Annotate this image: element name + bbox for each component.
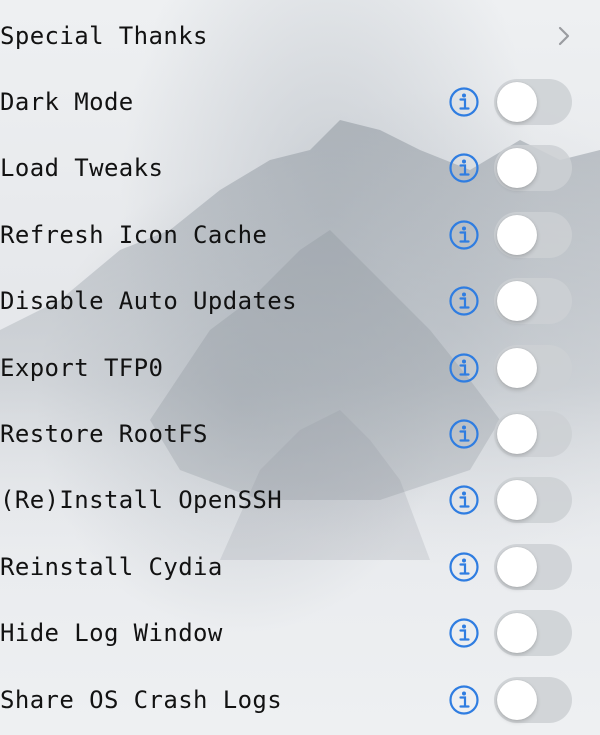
refresh-icon-cache-toggle[interactable] (494, 212, 572, 258)
info-icon[interactable] (448, 418, 480, 450)
setting-label-load-tweaks: Load Tweaks (0, 154, 164, 182)
setting-row-refresh-icon-cache: Refresh Icon Cache (0, 202, 600, 268)
info-icon[interactable] (448, 152, 480, 184)
info-icon[interactable] (448, 285, 480, 317)
share-os-crash-logs-toggle[interactable] (494, 677, 572, 723)
setting-row-reinstall-openssh: (Re)Install OpenSSH (0, 467, 600, 533)
setting-row-export-tfp0: Export TFP0 (0, 335, 600, 401)
setting-row-disable-auto-updates: Disable Auto Updates (0, 268, 600, 334)
info-icon[interactable] (448, 352, 480, 384)
special-thanks-label: Special Thanks (0, 22, 208, 50)
toggle-knob (497, 414, 537, 454)
reinstall-cydia-toggle[interactable] (494, 544, 572, 590)
setting-label-disable-auto-updates: Disable Auto Updates (0, 287, 297, 315)
export-tfp0-toggle[interactable] (494, 345, 572, 391)
info-icon[interactable] (448, 484, 480, 516)
setting-label-restore-rootfs: Restore RootFS (0, 420, 208, 448)
toggle-knob (497, 82, 537, 122)
disable-auto-updates-toggle[interactable] (494, 278, 572, 324)
toggle-knob (497, 680, 537, 720)
hide-log-window-toggle[interactable] (494, 610, 572, 656)
restore-rootfs-toggle[interactable] (494, 411, 572, 457)
setting-row-load-tweaks: Load Tweaks (0, 135, 600, 201)
reinstall-openssh-toggle[interactable] (494, 477, 572, 523)
setting-label-dark-mode: Dark Mode (0, 88, 134, 116)
setting-label-hide-log-window: Hide Log Window (0, 619, 223, 647)
chevron-right-icon (558, 26, 570, 46)
setting-label-reinstall-openssh: (Re)Install OpenSSH (0, 486, 283, 514)
toggle-knob (497, 547, 537, 587)
setting-label-reinstall-cydia: Reinstall Cydia (0, 553, 223, 581)
settings-list: Special Thanks Dark Mode Load Tweaks Ref… (0, 0, 600, 735)
special-thanks-row[interactable]: Special Thanks (0, 3, 600, 69)
info-icon[interactable] (448, 219, 480, 251)
setting-label-share-os-crash-logs: Share OS Crash Logs (0, 686, 283, 714)
info-icon[interactable] (448, 684, 480, 716)
toggle-knob (497, 480, 537, 520)
info-icon[interactable] (448, 617, 480, 649)
toggle-knob (497, 348, 537, 388)
setting-row-dark-mode: Dark Mode (0, 69, 600, 135)
setting-row-reinstall-cydia: Reinstall Cydia (0, 534, 600, 600)
setting-row-share-os-crash-logs: Share OS Crash Logs (0, 667, 600, 733)
load-tweaks-toggle[interactable] (494, 145, 572, 191)
toggle-knob (497, 215, 537, 255)
info-icon[interactable] (448, 86, 480, 118)
setting-row-restore-rootfs: Restore RootFS (0, 401, 600, 467)
dark-mode-toggle[interactable] (494, 79, 572, 125)
toggle-knob (497, 281, 537, 321)
toggle-knob (497, 613, 537, 653)
setting-label-refresh-icon-cache: Refresh Icon Cache (0, 221, 268, 249)
info-icon[interactable] (448, 551, 480, 583)
setting-label-export-tfp0: Export TFP0 (0, 354, 164, 382)
setting-row-hide-log-window: Hide Log Window (0, 600, 600, 666)
toggle-knob (497, 148, 537, 188)
